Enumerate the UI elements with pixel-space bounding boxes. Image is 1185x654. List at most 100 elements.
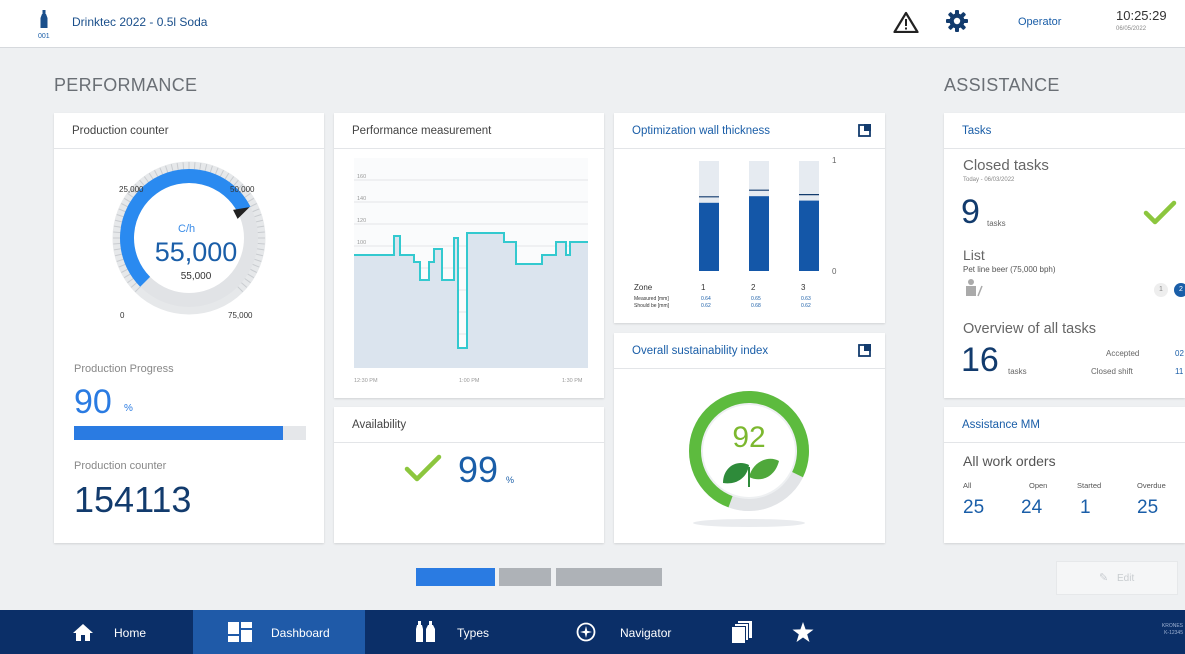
closed-shift-value: 11 xyxy=(1175,367,1184,376)
card-title: Availability xyxy=(334,407,604,443)
performance-line-chart: 160 140 120 100 80 60 40 20 0 12:30 PM 1… xyxy=(354,158,588,384)
work-order-col-value[interactable]: 25 xyxy=(1137,497,1158,519)
user-role[interactable]: Operator xyxy=(1018,16,1061,28)
y-tick: 100 xyxy=(357,240,366,246)
availability-unit: % xyxy=(506,475,515,485)
nav-home[interactable]: Home xyxy=(40,610,190,654)
warning-icon[interactable] xyxy=(893,11,919,33)
availability-card[interactable]: Availability 99 % xyxy=(334,407,604,543)
page-indicator[interactable] xyxy=(556,568,662,586)
nav-dashboard[interactable]: Dashboard xyxy=(193,610,365,654)
list-badge-active[interactable]: 2 xyxy=(1174,283,1185,297)
work-order-col-label: Started xyxy=(1077,481,1102,490)
zone-measured: 0.65 xyxy=(751,296,761,302)
work-order-col-value[interactable]: 1 xyxy=(1080,497,1091,519)
overview-unit: tasks xyxy=(1008,367,1027,376)
card-title: Optimization wall thickness xyxy=(614,113,885,149)
counter-value: 154113 xyxy=(74,479,192,520)
axis-top-label: 1 xyxy=(832,156,837,165)
gauge-tick xyxy=(193,162,196,171)
wall-thickness-card[interactable]: Optimization wall thickness 1 0 1 0.64 0.6… xyxy=(614,113,885,323)
zone-bar xyxy=(749,196,769,271)
dashboard-icon xyxy=(228,622,252,642)
counter-label: Production counter xyxy=(74,460,167,472)
should-row-label: Should be [mm] xyxy=(634,303,670,309)
axis-bottom-label: 0 xyxy=(832,267,837,276)
gauge-tick xyxy=(113,231,122,234)
machine-id: KRONES K-12345 xyxy=(1162,623,1183,637)
x-tick: 1:30 PM xyxy=(562,378,583,384)
zone-label: 1 xyxy=(701,283,706,292)
list-subtitle: Pet line beer (75,000 bph) xyxy=(963,265,1056,274)
zone-label: 3 xyxy=(801,283,806,292)
y-tick: 140 xyxy=(357,196,366,202)
card-title: Production counter xyxy=(54,113,324,149)
production-counter-card[interactable]: Production counter 25,000 50,000 0 75,00… xyxy=(54,113,324,543)
nav-navigator[interactable]: Navigator xyxy=(560,610,710,654)
nav-dashboard-label: Dashboard xyxy=(271,626,330,640)
list-badge[interactable]: 1 xyxy=(1154,283,1168,297)
progress-bar xyxy=(74,426,306,440)
closed-tasks-value: 9 xyxy=(961,193,980,231)
accepted-value: 02 xyxy=(1175,349,1184,358)
closed-tasks-unit: tasks xyxy=(987,219,1006,228)
zone-measured: 0.64 xyxy=(701,296,711,302)
gauge-sub-value: 55,000 xyxy=(180,271,212,282)
closed-tasks-label: Closed tasks xyxy=(963,157,1049,174)
closed-shift-label: Closed shift xyxy=(1091,367,1133,376)
gauge-tick xyxy=(113,242,122,245)
work-orders-title: All work orders xyxy=(963,453,1056,469)
progress-bar-fill xyxy=(74,426,283,440)
gauge-label-50k: 50,000 xyxy=(230,185,255,194)
nav-types[interactable]: Types xyxy=(400,610,540,654)
card-title: Tasks xyxy=(944,113,1185,149)
gear-icon[interactable] xyxy=(945,9,969,33)
machine-id-line: KRONES xyxy=(1161,623,1183,629)
gauge-label-0: 0 xyxy=(120,311,125,320)
zone-label: 2 xyxy=(751,283,756,292)
list-label: List xyxy=(963,247,985,263)
page-indicator-active[interactable] xyxy=(416,568,495,586)
closed-tasks-date: Today - 06/03/2022 xyxy=(963,177,1015,183)
y-tick: 160 xyxy=(357,174,366,180)
gauge-unit: C/h xyxy=(178,223,196,235)
bottle-icon xyxy=(40,10,48,28)
assistance-title: ASSISTANCE xyxy=(944,75,1060,95)
external-open-icon[interactable] xyxy=(858,124,871,137)
work-order-col-value[interactable]: 25 xyxy=(963,497,984,519)
edit-label: Edit xyxy=(1117,573,1135,584)
performance-title: PERFORMANCE xyxy=(54,75,198,95)
tasks-card[interactable]: Tasks Closed tasks Today - 06/03/2022 9 … xyxy=(944,113,1185,398)
availability-value: 99 xyxy=(458,449,499,490)
zone-should: 0.62 xyxy=(801,303,811,309)
measured-row-label: Measured [mm] xyxy=(634,296,669,302)
work-order-col-value[interactable]: 24 xyxy=(1021,497,1042,519)
gauge-tick xyxy=(256,242,265,245)
performance-measurement-card[interactable]: Performance measurement 160 140 120 100 … xyxy=(334,113,604,398)
star-icon[interactable] xyxy=(792,622,814,643)
page-indicator[interactable] xyxy=(499,568,551,586)
clock-time: 10:25:29 xyxy=(1116,8,1167,23)
clock-date: 06/05/2022 xyxy=(1116,26,1147,32)
wall-thickness-chart: 1 0 10.640.6220.650.6830.630.62 Zone Mea… xyxy=(634,156,837,309)
home-icon xyxy=(73,624,93,641)
external-open-icon[interactable] xyxy=(858,344,871,357)
sustainability-value: 92 xyxy=(732,421,765,454)
top-bar: 001 Drinktec 2022 - 0.5l Soda Operator 1… xyxy=(0,0,1185,48)
overview-value: 16 xyxy=(961,341,999,379)
compass-icon xyxy=(576,622,596,642)
card-title: Performance measurement xyxy=(334,113,604,149)
assistance-mm-card[interactable]: Assistance MM All work orders All 25 Ope… xyxy=(944,407,1185,543)
sustainability-card[interactable]: Overall sustainability index 92 xyxy=(614,333,885,543)
work-order-col-label: All xyxy=(963,481,972,490)
nav-home-label: Home xyxy=(114,626,147,640)
y-tick: 120 xyxy=(357,218,366,224)
card-title: Assistance MM xyxy=(944,407,1185,443)
x-tick: 1:00 PM xyxy=(459,378,480,384)
documents-icon[interactable] xyxy=(731,621,753,643)
edit-button[interactable]: ✎ Edit xyxy=(1056,561,1178,595)
line-title[interactable]: Drinktec 2022 - 0.5l Soda xyxy=(72,15,207,29)
zone-should: 0.68 xyxy=(751,303,761,309)
gauge-label-25k: 25,000 xyxy=(119,185,144,194)
work-order-col-label: Overdue xyxy=(1137,481,1166,490)
